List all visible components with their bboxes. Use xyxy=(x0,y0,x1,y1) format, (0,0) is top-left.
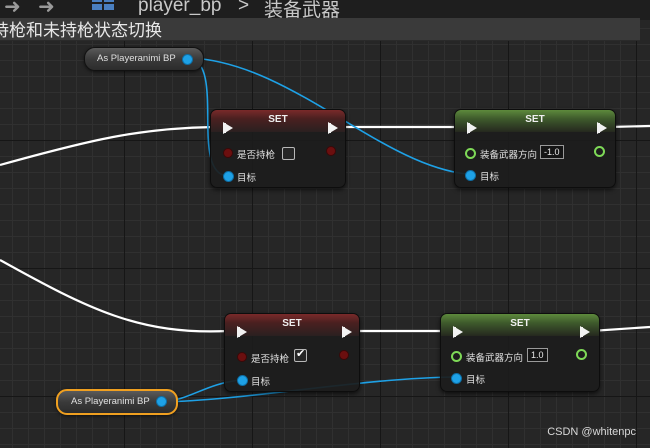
target-label: 目标 xyxy=(237,173,257,184)
float-output-pin[interactable] xyxy=(594,146,605,157)
bool-checkbox[interactable] xyxy=(282,147,295,160)
set-node-is-holding-gun-true[interactable]: SET 是否持枪 ✔ 目标 xyxy=(224,313,360,392)
float-label: 装备武器方向 xyxy=(466,353,524,364)
watermark: CSDN @whitenpc xyxy=(547,426,636,438)
float-value-field[interactable]: 1.0 xyxy=(527,348,548,362)
bool-checkbox[interactable]: ✔ xyxy=(294,347,307,362)
exec-output-pin[interactable] xyxy=(328,122,338,134)
target-label: 目标 xyxy=(466,375,486,386)
target-input-pin[interactable] xyxy=(237,375,248,386)
bool-input-pin[interactable] xyxy=(237,352,247,362)
float-value-field[interactable]: -1.0 xyxy=(540,145,564,159)
set-node-weapon-direction-positive[interactable]: SET 装备武器方向 1.0 目标 xyxy=(440,313,600,392)
float-label: 装备武器方向 xyxy=(480,150,538,161)
float-output-pin[interactable] xyxy=(576,349,587,360)
exec-wire-in-bottom xyxy=(0,259,229,333)
checkmark-icon: ✔ xyxy=(296,347,306,360)
float-input-pin[interactable] xyxy=(465,148,476,159)
target-input-pin[interactable] xyxy=(465,170,476,181)
object-output-pin[interactable] xyxy=(182,54,193,65)
exec-output-pin[interactable] xyxy=(342,326,352,338)
exec-output-pin[interactable] xyxy=(580,326,590,338)
exec-output-pin[interactable] xyxy=(597,122,607,134)
exec-input-pin[interactable] xyxy=(453,326,463,338)
exec-input-pin[interactable] xyxy=(467,122,477,134)
bool-label: 是否持枪 xyxy=(251,354,290,365)
bool-label: 是否持枪 xyxy=(237,150,276,161)
node-title: SET xyxy=(510,318,530,329)
target-input-pin[interactable] xyxy=(451,373,462,384)
node-title: SET xyxy=(525,114,545,125)
target-input-pin[interactable] xyxy=(223,171,234,182)
bool-output-pin[interactable] xyxy=(326,146,336,156)
set-node-is-holding-gun-false[interactable]: SET 是否持枪 目标 xyxy=(210,109,346,188)
exec-wire-in-top xyxy=(0,125,215,167)
variable-label: As Playeranimi BP xyxy=(97,53,176,64)
target-label: 目标 xyxy=(480,172,500,183)
target-label: 目标 xyxy=(251,377,271,388)
bool-input-pin[interactable] xyxy=(223,148,233,158)
set-node-weapon-direction-negative[interactable]: SET 装备武器方向 -1.0 目标 xyxy=(454,109,616,188)
variable-node-top[interactable]: As Playeranimi BP xyxy=(84,47,204,71)
object-output-pin[interactable] xyxy=(156,396,167,407)
exec-input-pin[interactable] xyxy=(237,326,247,338)
float-input-pin[interactable] xyxy=(451,351,462,362)
exec-input-pin[interactable] xyxy=(223,122,233,134)
variable-node-bottom[interactable]: As Playeranimi BP xyxy=(56,389,178,415)
variable-label: As Playeranimi BP xyxy=(71,396,150,407)
bool-output-pin[interactable] xyxy=(339,350,349,360)
